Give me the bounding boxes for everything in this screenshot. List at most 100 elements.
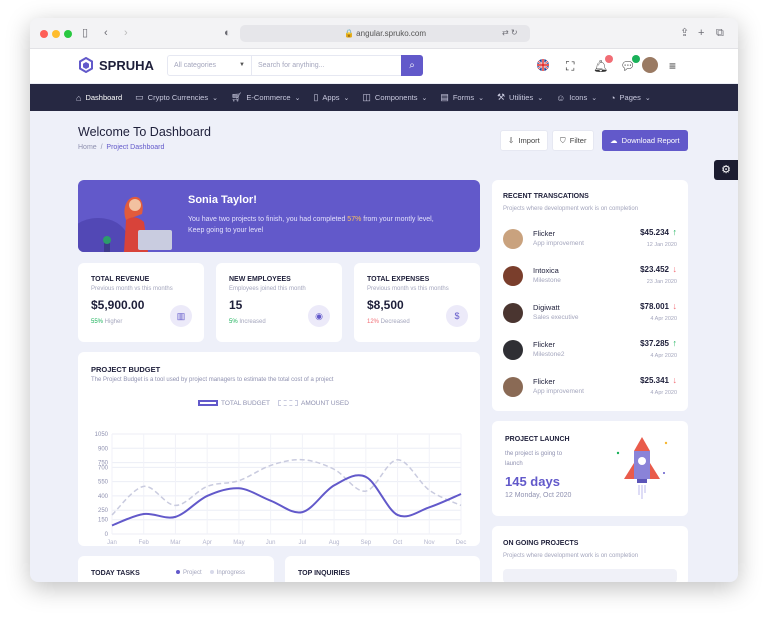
nav-item-components[interactable]: ◫ Components ⌄ [362, 92, 427, 103]
bell-icon[interactable]: 🔔︎ [593, 55, 614, 73]
y-tick-label: 1050 [95, 432, 109, 438]
address-bar[interactable]: 🔒 angular.spruko.com [240, 25, 530, 42]
nav-item-apps[interactable]: ▯ Apps ⌄ [313, 92, 349, 103]
nav-label: Pages [619, 93, 641, 102]
transaction-item[interactable]: Flicker App improvement $25.341 ↓ 4 Apr 2020 [503, 375, 677, 405]
stat-change: 12% [367, 319, 380, 325]
minimize-dot[interactable] [52, 30, 60, 38]
stat-note-text: Increased [237, 319, 266, 325]
ongoing-title: ON GOING PROJECTS [503, 540, 579, 547]
ongoing-project-row[interactable] [503, 569, 677, 582]
maximize-dot[interactable] [64, 30, 72, 38]
nav-label: Apps [322, 93, 340, 102]
stat-note: 55% Higher [91, 319, 122, 325]
legend-project: Project [176, 570, 202, 576]
x-tick-label: Jul [299, 540, 307, 546]
shield-icon[interactable]: ◐ [224, 26, 231, 40]
forward-icon[interactable]: › [124, 26, 128, 40]
stat-note: 5% Increased [229, 319, 266, 325]
avatar [503, 340, 523, 360]
y-tick-label: 0 [105, 532, 109, 538]
y-tick-label: 150 [98, 518, 109, 524]
x-tick-label: Jan [107, 540, 117, 546]
page-title: Welcome To Dashboard [78, 125, 211, 139]
y-tick-label: 400 [98, 494, 109, 500]
notification-badge [605, 55, 614, 63]
close-dot[interactable] [40, 30, 48, 38]
url-text: angular.spruko.com [356, 29, 426, 38]
nav-item-forms[interactable]: ▤ Forms ⌄ [440, 92, 484, 103]
uk-flag-icon[interactable] [537, 59, 549, 74]
box-icon: ◫ [362, 92, 371, 102]
launch-days: 145 days [505, 474, 560, 489]
category-select[interactable]: All categories ▼ [167, 55, 252, 76]
legend-inprogress-label: Inprogress [216, 570, 246, 576]
settings-gear-icon[interactable]: ⚙ [714, 160, 738, 180]
nav-item-e-commerce[interactable]: 🛒︎ E-Commerce ⌄ [231, 92, 301, 103]
sidebar-toggle-icon[interactable]: ▯ [82, 26, 88, 40]
transaction-item[interactable]: Flicker App improvement $45.234 ↑ 12 Jan 202… [503, 227, 677, 257]
tabs-icon[interactable]: ⧉ [716, 26, 724, 40]
search-placeholder: Search for anything... [258, 62, 325, 69]
nav-item-dashboard[interactable]: ⌂ Dashboard [76, 93, 122, 103]
import-button[interactable]: ⇩ Import [500, 130, 548, 151]
nav-item-pages[interactable]: ◔ Pages ⌄ [610, 93, 651, 103]
dollar-icon: $ [446, 305, 468, 327]
new-tab-icon[interactable]: + [698, 26, 704, 40]
ongoing-subtitle: Projects where development work is on co… [503, 553, 639, 559]
recent-subtitle: Projects where development work is on co… [503, 206, 639, 212]
nav-item-crypto-currencies[interactable]: ▭ Crypto Currencies ⌄ [135, 92, 218, 103]
transaction-desc: App improvement [533, 240, 584, 247]
transaction-desc: Milestone [533, 277, 561, 284]
filter-label: Filter [569, 136, 587, 145]
transaction-item[interactable]: Digiwatt Sales executive $78.001 ↓ 4 Apr 202… [503, 301, 677, 331]
fullscreen-icon[interactable]: ⛶ [566, 59, 574, 73]
nav-item-icons[interactable]: ☺ Icons ⌄ [556, 93, 597, 103]
stat-card-new-employees: NEW EMPLOYEES Employees joined this month… [216, 263, 342, 342]
share-icon[interactable]: ⇪ [680, 26, 689, 40]
transaction-item[interactable]: Flicker Milestone2 $37.285 ↑ 4 Apr 2020 [503, 338, 677, 368]
transaction-amount: $37.285 [640, 339, 669, 348]
launch-subtitle: the project is going to launch [505, 451, 563, 467]
nav-item-utilities[interactable]: ⚒ Utilities ⌄ [497, 92, 543, 103]
transaction-desc: Milestone2 [533, 351, 565, 358]
x-tick-label: Oct [393, 540, 403, 546]
project-launch-card: PROJECT LAUNCH the project is going to l… [492, 421, 688, 516]
transaction-item[interactable]: Intoxica Milestone $23.452 ↓ 23 Jan 2020 [503, 264, 677, 294]
app-header: SPRUHA All categories ▼ Search for anythi… [30, 49, 738, 84]
today-tasks-card: TODAY TASKS Project Inprogress [78, 556, 274, 582]
import-icon: ⇩ [508, 136, 515, 145]
form-icon: ▤ [440, 92, 449, 102]
transaction-desc: Sales executive [533, 314, 579, 321]
transaction-name: Digiwatt [533, 303, 560, 312]
avatar[interactable] [642, 57, 658, 73]
download-report-button[interactable]: ☁ Download Report [602, 130, 688, 151]
menu-icon[interactable]: ≡ [669, 59, 676, 73]
stat-value: 15 [229, 298, 243, 312]
stat-subtitle: Previous month vs this months [91, 286, 173, 292]
user-icon: ◉ [308, 305, 330, 327]
budget-line-chart: 01502504005507007509001050Jan Feb Mar Apr Ma… [95, 432, 467, 546]
today-legend: Project Inprogress [176, 570, 245, 576]
x-tick-label: Nov [424, 540, 435, 546]
y-tick-label: 250 [98, 508, 109, 514]
breadcrumb-home[interactable]: Home [78, 144, 97, 151]
search-input[interactable]: Search for anything... [251, 55, 402, 76]
chat-icon[interactable]: 💬︎ [620, 55, 641, 73]
transaction-amount: $45.234 [640, 228, 669, 237]
transaction-name: Flicker [533, 377, 556, 386]
search-button[interactable]: ⌕ [401, 55, 423, 76]
launch-title: PROJECT LAUNCH [505, 436, 570, 443]
transaction-name: Intoxica [533, 266, 559, 275]
top-inquiries-card: TOP INQUIRIES [285, 556, 480, 582]
brand-name: SPRUHA [99, 57, 154, 73]
smile-icon: ☺ [556, 92, 566, 103]
transaction-name: Flicker [533, 340, 556, 349]
translate-icon[interactable]: ⇄ ↻ [502, 26, 518, 40]
brand-logo[interactable]: SPRUHA [78, 57, 154, 73]
breadcrumb-current: Project Dashboard [106, 144, 165, 151]
back-icon[interactable]: ‹ [104, 26, 108, 40]
filter-button[interactable]: ⛉ Filter [552, 130, 595, 151]
today-title: TODAY TASKS [91, 570, 140, 577]
stat-change: 5% [229, 319, 238, 325]
